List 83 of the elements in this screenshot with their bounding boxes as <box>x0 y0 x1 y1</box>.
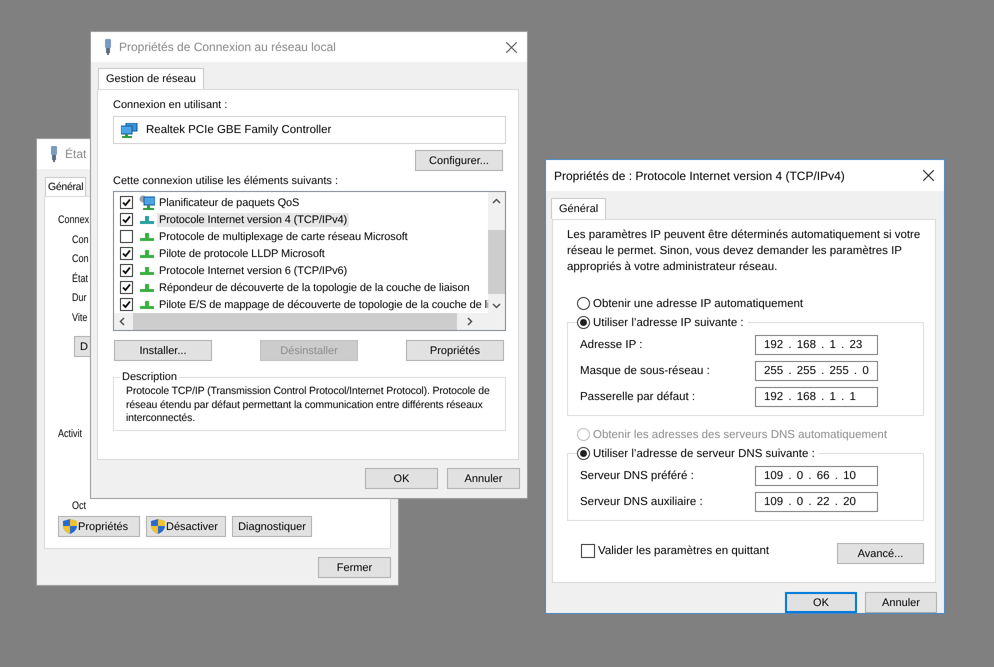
network-plug-icon <box>103 39 113 55</box>
window-title: Propriétés de Connexion au réseau local <box>119 40 336 54</box>
description-text: Protocole TCP/IP (Transmission Control Protocol/Internet Protocol). Protocole de réseau étendu par défaut permettant la communication entre différents réseaux interconnectés. <box>126 385 491 426</box>
close-button[interactable]: Fermer <box>318 557 391 578</box>
action-button[interactable]: Installer... <box>114 340 212 361</box>
network-protocol-icon <box>139 250 155 258</box>
checkbox-option[interactable]: Valider les paramètres en quittant <box>581 544 770 558</box>
shield-icon <box>63 519 77 534</box>
shield-icon <box>151 519 165 534</box>
field-label: Vite <box>72 310 88 326</box>
network-computers-icon <box>121 122 138 138</box>
checkbox[interactable] <box>120 298 133 311</box>
computer-gear-icon <box>139 195 155 210</box>
checkbox[interactable] <box>120 281 133 294</box>
vertical-scrollbar[interactable] <box>488 192 505 313</box>
section-label: Connexion en utilisant : <box>113 99 228 111</box>
advanced-button[interactable]: Avancé... <box>837 543 924 564</box>
section-label: Cette connexion utilise les éléments suivants : <box>113 175 338 187</box>
list-item[interactable]: Protocole de multiplexage de carte réseau Microsoft <box>157 230 410 244</box>
group-label: Description <box>121 371 178 383</box>
checkbox[interactable] <box>120 264 133 277</box>
radio-option[interactable]: Utiliser l’adresse IP suivante : <box>577 316 744 329</box>
ip-address-field[interactable]: 192 . 168 . 1 . 1 <box>755 387 878 407</box>
field-label: Serveur DNS préféré : <box>580 470 695 482</box>
dialog-button[interactable]: OK <box>365 468 438 489</box>
action-button[interactable]: Désactiver <box>146 516 226 537</box>
radio-option[interactable]: Utiliser l’adresse de serveur DNS suivante : <box>577 447 815 460</box>
ip-address-field[interactable]: 192 . 168 . 1 . 23 <box>755 335 878 355</box>
action-button[interactable]: Propriétés <box>58 516 140 537</box>
scroll-down-icon[interactable] <box>492 303 501 309</box>
scroll-up-icon[interactable] <box>492 198 501 204</box>
configure-button[interactable]: Configurer... <box>415 150 503 171</box>
network-protocol-icon <box>139 266 155 274</box>
checkbox[interactable] <box>581 544 595 558</box>
section-label: Connex <box>58 213 90 228</box>
network-protocol-icon <box>139 284 155 292</box>
radio-button[interactable] <box>577 447 590 460</box>
details-button[interactable]: D <box>74 336 90 357</box>
list-item[interactable]: Planificateur de paquets QoS <box>157 196 302 210</box>
ip-address-field[interactable]: 109 . 0 . 22 . 20 <box>755 492 878 512</box>
field-label: Serveur DNS auxiliaire : <box>580 496 704 508</box>
field-label: Passerelle par défaut : <box>580 391 696 403</box>
list-item[interactable]: Répondeur de découverte de la topologie de la couche de liaison <box>157 280 472 294</box>
list-item[interactable]: Protocole Internet version 6 (TCP/IPv6) <box>157 264 350 278</box>
ip-address-field[interactable]: 255 . 255 . 255 . 0 <box>755 361 878 381</box>
action-button[interactable]: Propriétés <box>406 340 504 361</box>
checkbox[interactable] <box>120 247 133 260</box>
checkbox[interactable] <box>120 230 133 243</box>
scroll-left-icon[interactable] <box>119 317 125 326</box>
ip-address-field[interactable]: 109 . 0 . 66 . 10 <box>755 466 878 486</box>
field-label: État <box>72 272 88 286</box>
field-label: Dur <box>72 291 87 306</box>
field-label: Con <box>72 232 89 248</box>
field-label: Masque de sous-réseau : <box>580 365 711 377</box>
section-label: Activit <box>58 427 82 442</box>
network-plug-icon <box>49 146 59 162</box>
checkbox[interactable] <box>120 196 133 209</box>
list-item[interactable]: Pilote de protocole LLDP Microsoft <box>157 246 327 260</box>
radio-button[interactable] <box>577 297 590 310</box>
field-label: Con <box>72 252 89 267</box>
list-item[interactable]: Protocole Internet version 4 (TCP/IPv4) <box>157 212 350 226</box>
field-label: Oct <box>72 498 86 514</box>
tab[interactable]: Général <box>551 198 606 219</box>
field-label: Adresse IP : <box>580 339 644 351</box>
scroll-right-icon[interactable] <box>467 317 473 326</box>
dialog-button[interactable]: Annuler <box>447 468 520 489</box>
window-title: État <box>65 147 86 161</box>
network-protocol-icon <box>139 300 155 308</box>
dialog-button[interactable]: Annuler <box>865 592 937 613</box>
close-icon[interactable] <box>923 170 934 181</box>
close-icon[interactable] <box>506 42 517 52</box>
radio-option[interactable]: Obtenir une adresse IP automatiquement <box>577 297 804 310</box>
dialog-button[interactable]: OK <box>785 592 857 613</box>
radio-button[interactable] <box>577 316 590 329</box>
action-button[interactable]: Diagnostiquer <box>232 516 312 537</box>
tab[interactable]: Gestion de réseau <box>98 68 204 89</box>
tab[interactable]: Général <box>45 177 86 196</box>
intro-text: Les paramètres IP peuvent être déterminés automatiquement si votre réseau le permet. Sinon, vous devez demander les paramètres IP appropriés à votre administrateur réseau. <box>567 228 922 275</box>
network-protocol-icon <box>139 232 155 240</box>
adapter-name: Realtek PCIe GBE Family Controller <box>146 124 332 136</box>
network-protocol-icon <box>139 216 155 224</box>
checkbox[interactable] <box>120 213 133 226</box>
window-title: Propriétés de : Protocole Internet version 4 (TCP/IPv4) <box>554 168 845 182</box>
